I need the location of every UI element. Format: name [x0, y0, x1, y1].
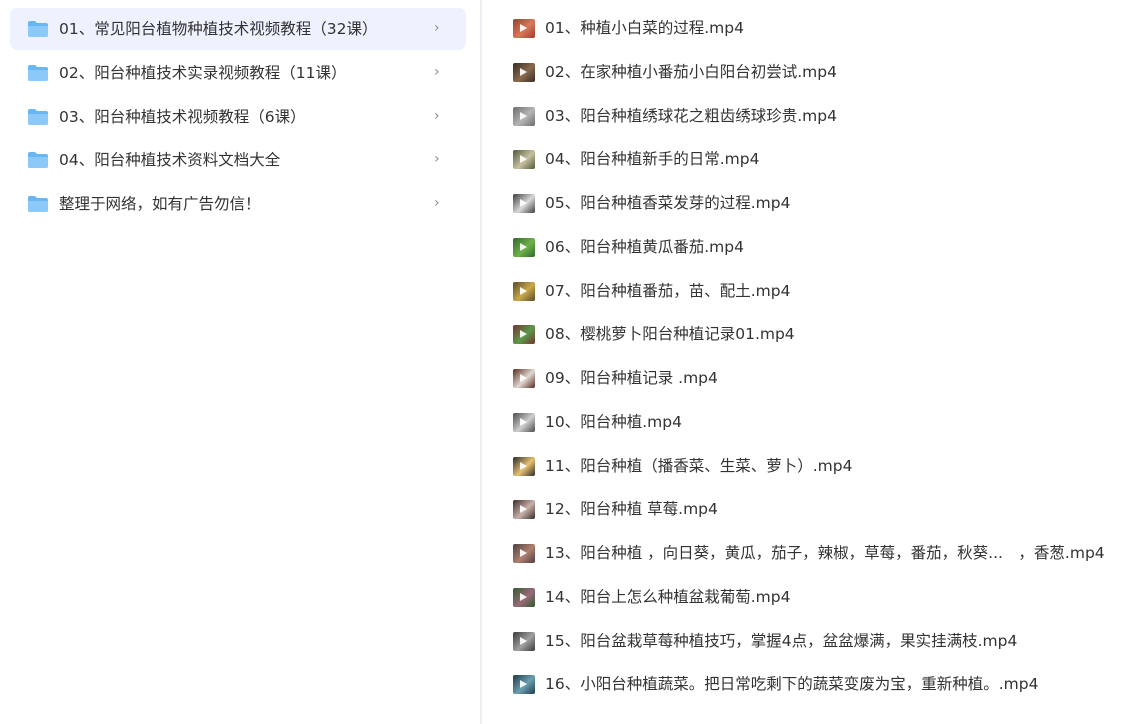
file-name: 04、阳台种植新手的日常.mp4 — [545, 150, 760, 169]
folder-row[interactable]: 04、阳台种植技术资料文档大全 › — [10, 139, 466, 181]
file-row[interactable]: 15、阳台盆栽草莓种植技巧，掌握4点，盆盆爆满，果实挂满枝.mp4 — [482, 621, 1145, 665]
file-row[interactable]: 12、阳台种植 草莓.mp4 — [482, 489, 1145, 533]
file-row[interactable]: 08、樱桃萝卜阳台种植记录01.mp4 — [482, 314, 1145, 358]
play-icon — [520, 67, 527, 76]
file-row[interactable]: 01、种植小白菜的过程.mp4 — [482, 8, 1145, 52]
video-thumbnail-icon — [513, 19, 535, 38]
play-icon — [520, 286, 527, 295]
play-icon — [520, 199, 527, 207]
file-row[interactable]: 11、阳台种植（播香菜、生菜、萝卜）.mp4 — [482, 446, 1145, 490]
folder-icon — [27, 195, 49, 213]
play-icon — [520, 549, 527, 557]
file-row[interactable]: 13、阳台种植 ，向日葵，黄瓜，茄子，辣椒，草莓，番茄，秋葵... ，香葱.mp… — [482, 533, 1145, 577]
file-name: 16、小阳台种植蔬菜。把日常吃剩下的蔬菜变废为宝，重新种植。.mp4 — [545, 675, 1039, 694]
video-thumbnail-icon — [513, 675, 535, 695]
play-icon — [520, 330, 527, 339]
video-thumbnail-icon — [513, 281, 535, 301]
file-name: 14、阳台上怎么种植盆栽葡萄.mp4 — [545, 587, 791, 606]
folder-icon — [27, 20, 49, 38]
file-name: 03、阳台种植绣球花之粗齿绣球珍贵.mp4 — [545, 106, 837, 125]
video-thumbnail-icon — [513, 194, 535, 213]
file-row[interactable]: 04、阳台种植新手的日常.mp4 — [482, 139, 1145, 183]
folder-label: 04、阳台种植技术资料文档大全 — [59, 151, 281, 170]
chevron-right-icon: › — [434, 20, 440, 36]
folder-row[interactable]: 02、阳台种植技术实录视频教程（11课） › — [10, 52, 466, 94]
play-icon — [520, 680, 527, 689]
file-row[interactable]: 02、在家种植小番茄小白阳台初尝试.mp4 — [482, 52, 1145, 96]
file-row[interactable]: 03、阳台种植绣球花之粗齿绣球珍贵.mp4 — [482, 96, 1145, 140]
file-name: 02、在家种植小番茄小白阳台初尝试.mp4 — [545, 62, 837, 81]
file-row[interactable]: 14、阳台上怎么种植盆栽葡萄.mp4 — [482, 577, 1145, 621]
folder-label: 整理于网络，如有广告勿信！ — [59, 195, 261, 213]
file-name: 06、阳台种植黄瓜番茄.mp4 — [545, 237, 744, 256]
file-name: 08、樱桃萝卜阳台种植记录01.mp4 — [545, 325, 795, 344]
play-icon — [520, 24, 527, 32]
file-row[interactable]: 06、阳台种植黄瓜番茄.mp4 — [482, 227, 1145, 271]
folder-icon — [27, 64, 49, 82]
file-list-panel: 01、种植小白菜的过程.mp4 02、在家种植小番茄小白阳台初尝试.mp4 03、阳… — [482, 0, 1145, 724]
folder-label: 01、常见阳台植物种植技术视频教程（32课） — [59, 20, 378, 38]
file-name: 01、种植小白菜的过程.mp4 — [545, 19, 744, 37]
file-name: 05、阳台种植香菜发芽的过程.mp4 — [545, 194, 791, 212]
video-thumbnail-icon — [513, 237, 535, 257]
play-icon — [520, 461, 527, 470]
folder-label: 03、阳台种植技术视频教程（6课） — [59, 107, 306, 126]
video-thumbnail-icon — [513, 106, 535, 126]
play-icon — [520, 636, 527, 645]
file-row[interactable]: 09、阳台种植记录 .mp4 — [482, 358, 1145, 402]
play-icon — [520, 155, 527, 164]
video-thumbnail-icon — [513, 631, 535, 651]
video-thumbnail-icon — [513, 412, 535, 432]
video-thumbnail-icon — [513, 500, 535, 520]
play-icon — [520, 242, 527, 251]
chevron-right-icon: › — [434, 63, 440, 80]
file-name: 12、阳台种植 草莓.mp4 — [545, 500, 718, 519]
video-thumbnail-icon — [513, 456, 535, 476]
video-thumbnail-icon — [513, 150, 535, 170]
folder-label: 02、阳台种植技术实录视频教程（11课） — [59, 63, 347, 82]
file-row[interactable]: 07、阳台种植番茄，苗、配土.mp4 — [482, 271, 1145, 315]
video-thumbnail-icon — [513, 544, 535, 563]
folder-row[interactable]: 01、常见阳台植物种植技术视频教程（32课） › — [10, 8, 466, 50]
play-icon — [520, 592, 527, 601]
file-row[interactable]: 05、阳台种植香菜发芽的过程.mp4 — [482, 183, 1145, 227]
chevron-right-icon: › — [434, 151, 440, 168]
folder-icon — [27, 151, 49, 169]
folder-list-panel: 01、常见阳台植物种植技术视频教程（32课） › 02、阳台种植技术实录视频教程（1… — [0, 0, 478, 724]
file-row[interactable]: 10、阳台种植.mp4 — [482, 402, 1145, 446]
file-row[interactable]: 16、小阳台种植蔬菜。把日常吃剩下的蔬菜变废为宝，重新种植。.mp4 — [482, 664, 1145, 708]
chevron-right-icon: › — [434, 107, 440, 124]
folder-row[interactable]: 整理于网络，如有广告勿信！ › — [10, 183, 466, 225]
video-thumbnail-icon — [513, 62, 535, 82]
folder-row[interactable]: 03、阳台种植技术视频教程（6课） › — [10, 96, 466, 138]
video-thumbnail-icon — [513, 587, 535, 607]
video-thumbnail-icon — [513, 369, 535, 388]
chevron-right-icon: › — [434, 195, 440, 211]
folder-icon — [27, 108, 49, 126]
file-name: 11、阳台种植（播香菜、生菜、萝卜）.mp4 — [545, 456, 853, 475]
file-name: 10、阳台种植.mp4 — [545, 412, 682, 431]
play-icon — [520, 111, 527, 120]
play-icon — [520, 505, 527, 514]
file-name: 07、阳台种植番茄，苗、配土.mp4 — [545, 281, 791, 300]
file-name: 09、阳台种植记录 .mp4 — [545, 369, 718, 387]
play-icon — [520, 374, 527, 382]
file-name: 15、阳台盆栽草莓种植技巧，掌握4点，盆盆爆满，果实挂满枝.mp4 — [545, 631, 1018, 650]
video-thumbnail-icon — [513, 325, 535, 345]
file-name: 13、阳台种植 ，向日葵，黄瓜，茄子，辣椒，草莓，番茄，秋葵... ，香葱.mp… — [545, 544, 1105, 562]
play-icon — [520, 417, 527, 426]
